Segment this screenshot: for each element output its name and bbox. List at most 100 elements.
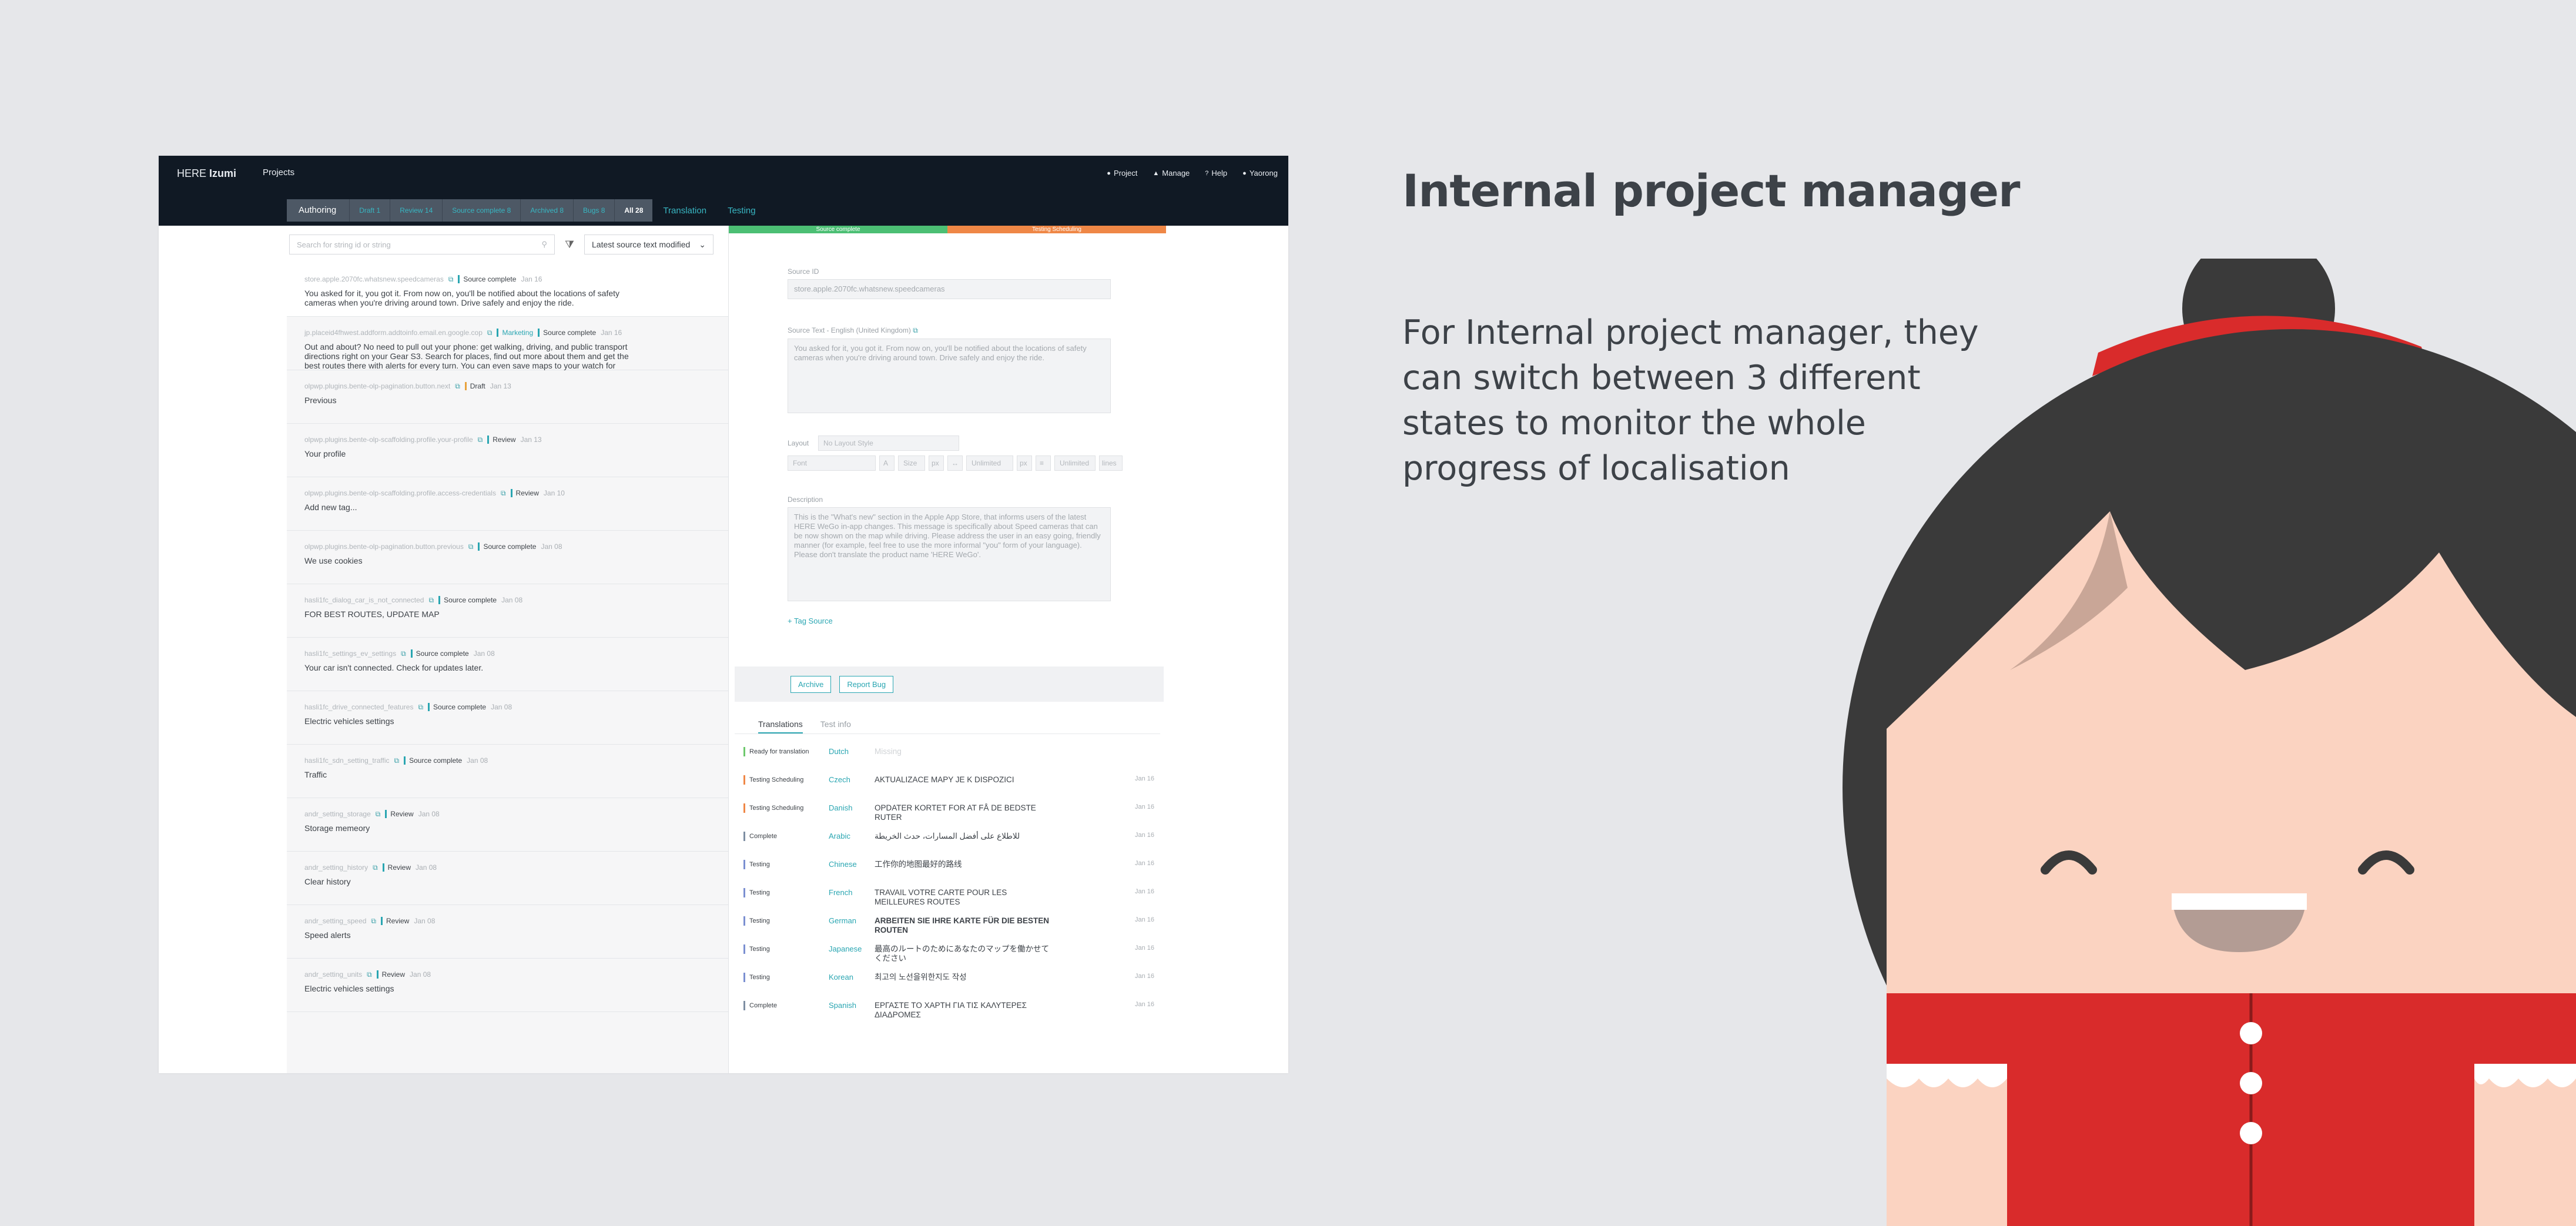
tag-source-link[interactable]: + Tag Source xyxy=(788,617,1166,625)
state-tab-5[interactable]: All 28 xyxy=(614,199,653,222)
state-tab-2[interactable]: Source complete 8 xyxy=(442,199,521,222)
authoring-stage[interactable]: Authoring xyxy=(287,199,350,222)
copy-icon[interactable]: ⧉ xyxy=(487,329,493,337)
nav-projects-link[interactable]: Projects xyxy=(263,168,294,177)
list-item[interactable]: andr_setting_storage ⧉ Review Jan 08 Storage… xyxy=(287,798,728,852)
state-tab-4[interactable]: Bugs 8 xyxy=(573,199,615,222)
translation-text: TRAVAIL VOTRE CARTE POUR LES MEILLEURES … xyxy=(875,888,1007,906)
state-tab-3[interactable]: Archived 8 xyxy=(520,199,574,222)
list-item[interactable]: andr_setting_speed ⧉ Review Jan 08 Speed ale… xyxy=(287,905,728,959)
copy-icon[interactable]: ⧉ xyxy=(373,863,378,872)
font-size-icon[interactable]: A xyxy=(879,455,895,471)
translation-language[interactable]: Japanese xyxy=(829,944,875,953)
translation-row[interactable]: Testing French TRAVAIL VOTRE CARTE POUR LE… xyxy=(729,881,1166,909)
copy-icon[interactable]: ⧉ xyxy=(913,326,918,334)
mode-tab-testing[interactable]: Testing xyxy=(717,206,766,216)
top-link-manage[interactable]: ▲ Manage xyxy=(1153,169,1190,177)
item-date: Jan 08 xyxy=(467,756,488,765)
translation-row[interactable]: Testing Korean 최고의 노선을위한지도 작성 Jan 16 xyxy=(729,966,1166,994)
description-field[interactable]: This is the "What's new" section in the … xyxy=(788,507,1111,601)
translation-row[interactable]: Testing German ARBEITEN SIE IHRE KARTE FÜR… xyxy=(729,909,1166,937)
translation-date: Jan 16 xyxy=(1134,888,1154,895)
status-badge: Source complete xyxy=(478,542,536,551)
list-item[interactable]: hasli1fc_sdn_setting_traffic ⧉ Source comp… xyxy=(287,745,728,798)
top-link-yaorong[interactable]: ● Yaorong xyxy=(1242,169,1278,177)
top-link-project[interactable]: ● Project xyxy=(1107,169,1137,177)
item-text: Traffic xyxy=(304,770,327,779)
list-item[interactable]: andr_setting_history ⧉ Review Jan 08 Clear h… xyxy=(287,852,728,905)
copy-icon[interactable]: ⧉ xyxy=(428,596,434,605)
list-item[interactable]: jp.placeid4fhwest.addform.addtoinfo.emai… xyxy=(287,317,728,380)
font-select[interactable]: Font xyxy=(788,455,876,471)
report-bug-button[interactable]: Report Bug xyxy=(839,675,894,693)
state-tab-0[interactable]: Draft 1 xyxy=(349,199,390,222)
copy-icon[interactable]: ⧉ xyxy=(448,275,454,284)
status-stripe: Source complete Testing Scheduling xyxy=(729,226,1166,233)
copy-icon[interactable]: ⧉ xyxy=(371,917,376,926)
tab-translations[interactable]: Translations xyxy=(758,719,803,733)
mascot-button-2 xyxy=(2240,1072,2262,1094)
item-text: Previous xyxy=(304,396,337,405)
string-key: olpwp.plugins.bente-olp-scaffolding.prof… xyxy=(304,436,473,444)
list-item[interactable]: andr_setting_units ⧉ Review Jan 08 Electric … xyxy=(287,959,728,1012)
translation-language[interactable]: French xyxy=(829,888,875,897)
string-list-panel: Search for string id or string ⚲ ⧩ Latest… xyxy=(287,226,729,1073)
brand-logo[interactable]: HERE Izumi xyxy=(177,168,236,180)
copy-icon[interactable]: ⧉ xyxy=(468,542,474,551)
archive-button[interactable]: Archive xyxy=(790,675,832,693)
sort-select[interactable]: Latest source text modified ⌄ xyxy=(584,235,713,254)
copy-icon[interactable]: ⧉ xyxy=(455,382,460,391)
translation-row[interactable]: Complete Spanish ΕΡΓΑΣΤΕ ΤΟ ΧΑΡΤΗ ΓΙΑ ΤΙΣ … xyxy=(729,994,1166,1022)
filter-icon[interactable]: ⧩ xyxy=(561,239,578,251)
copy-icon[interactable]: ⧉ xyxy=(401,649,406,658)
list-item[interactable]: store.apple.2070fc.whatsnew.speedcameras… xyxy=(287,263,728,317)
string-key: hasli1fc_sdn_setting_traffic xyxy=(304,756,390,765)
list-item[interactable]: olpwp.plugins.bente-olp-pagination.butto… xyxy=(287,370,728,424)
translation-status: Testing xyxy=(743,973,829,982)
translation-row[interactable]: Testing Japanese 最高のルートのためにあなたのマップを働かせてくださ… xyxy=(729,937,1166,966)
copy-icon[interactable]: ⧉ xyxy=(367,970,372,979)
copy-icon[interactable]: ⧉ xyxy=(376,810,381,819)
item-date: Jan 08 xyxy=(501,596,523,604)
copy-icon[interactable]: ⧉ xyxy=(478,436,483,444)
copy-icon[interactable]: ⧉ xyxy=(418,703,423,712)
translation-language[interactable]: Czech xyxy=(829,775,875,784)
size-input[interactable]: Size xyxy=(898,455,925,471)
mascot-arm-left xyxy=(1887,1064,2007,1226)
state-tab-1[interactable]: Review 14 xyxy=(390,199,443,222)
translation-row[interactable]: Ready for translation Dutch Missing xyxy=(729,740,1166,768)
lines-input[interactable]: Unlimited xyxy=(1054,455,1096,471)
top-link-help[interactable]: ? Help xyxy=(1205,169,1227,177)
translation-language[interactable]: Spanish xyxy=(829,1001,875,1010)
translation-language[interactable]: German xyxy=(829,916,875,925)
translation-language[interactable]: Korean xyxy=(829,973,875,982)
layout-row: Layout No Layout Style xyxy=(788,436,1166,451)
list-item[interactable]: olpwp.plugins.bente-olp-pagination.butto… xyxy=(287,531,728,584)
source-id-field[interactable]: store.apple.2070fc.whatsnew.speedcameras xyxy=(788,279,1111,299)
translation-language[interactable]: Dutch xyxy=(829,747,875,756)
mode-tab-translation[interactable]: Translation xyxy=(652,206,717,216)
translation-language[interactable]: Chinese xyxy=(829,860,875,869)
source-text-field[interactable]: You asked for it, you got it. From now o… xyxy=(788,339,1111,413)
width-input[interactable]: Unlimited xyxy=(966,455,1013,471)
source-id-label: Source ID xyxy=(788,267,819,276)
status-badge: Source complete xyxy=(410,649,469,658)
list-item[interactable]: olpwp.plugins.bente-olp-scaffolding.prof… xyxy=(287,424,728,477)
string-key: andr_setting_speed xyxy=(304,917,367,925)
copy-icon[interactable]: ⧉ xyxy=(501,489,506,498)
tab-test-info[interactable]: Test info xyxy=(820,719,851,733)
list-item[interactable]: hasli1fc_settings_ev_settings ⧉ Source com… xyxy=(287,638,728,691)
list-item[interactable]: olpwp.plugins.bente-olp-scaffolding.prof… xyxy=(287,477,728,531)
layout-select[interactable]: No Layout Style xyxy=(818,436,960,451)
search-input[interactable]: Search for string id or string ⚲ xyxy=(289,235,555,254)
translation-language[interactable]: Danish xyxy=(829,803,875,812)
list-item[interactable]: hasli1fc_drive_connected_features ⧉ Source… xyxy=(287,691,728,745)
copy-icon[interactable]: ⧉ xyxy=(394,756,400,765)
translation-row[interactable]: Testing Chinese 工作你的地图最好的路线 Jan 16 xyxy=(729,853,1166,881)
translation-row[interactable]: Testing Scheduling Czech AKTUALIZACE MAPY … xyxy=(729,768,1166,796)
list-item[interactable]: hasli1fc_dialog_car_is_not_connected ⧉ Sou… xyxy=(287,584,728,638)
translation-row[interactable]: Complete Arabic للاطلاع على أفضل المسارات،… xyxy=(729,825,1166,853)
translation-language[interactable]: Arabic xyxy=(829,832,875,840)
translation-row[interactable]: Testing Scheduling Danish OPDATER KORTET F… xyxy=(729,796,1166,825)
translation-text: AKTUALIZACE MAPY JE K DISPOZICI xyxy=(875,775,1014,784)
